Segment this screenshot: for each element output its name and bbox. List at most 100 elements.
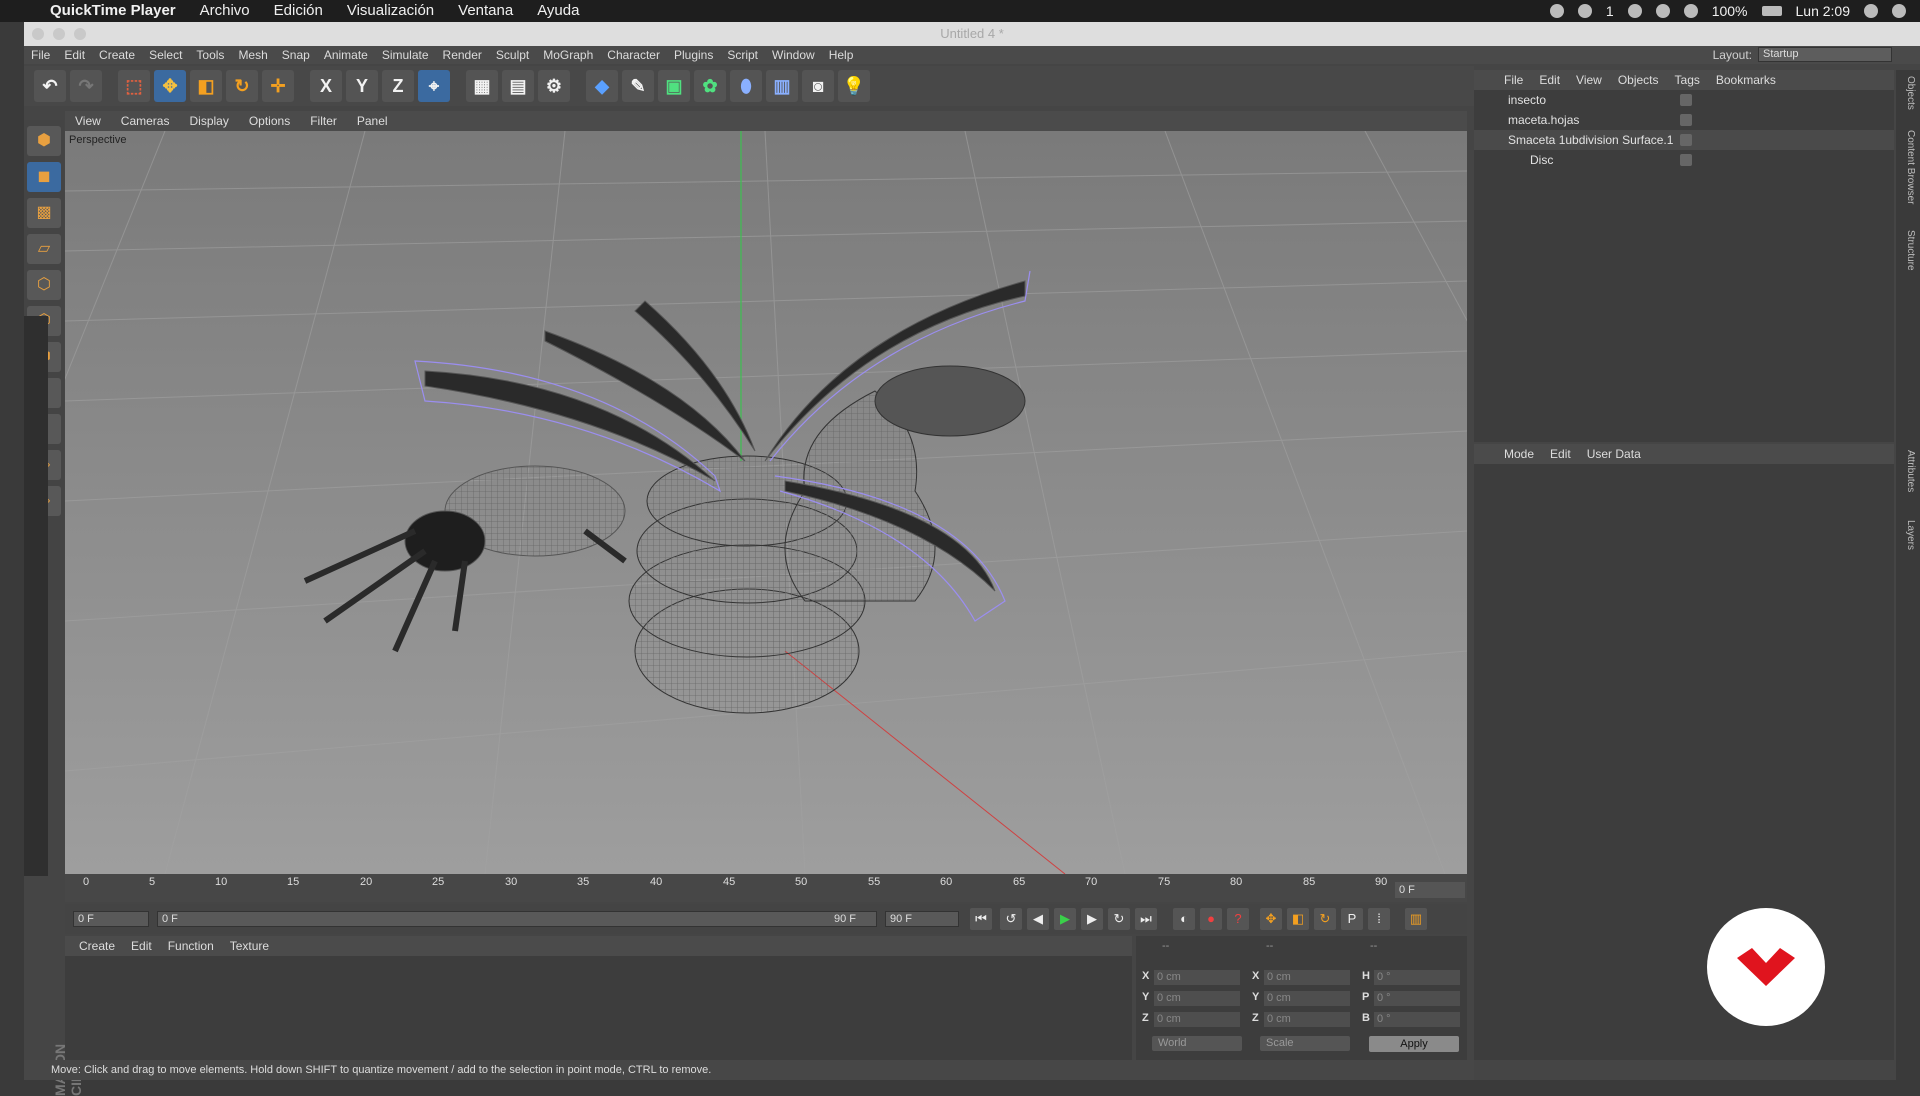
menu-window[interactable]: Window (765, 48, 822, 62)
floor-object-icon[interactable]: ▥ (766, 70, 798, 102)
zoom-window-button[interactable] (74, 28, 86, 40)
objects-menu-objects[interactable]: Objects (1610, 73, 1667, 87)
points-mode-icon[interactable]: ⬡ (27, 270, 61, 300)
sync-icon[interactable] (1577, 4, 1592, 18)
menu-archivo[interactable]: Archivo (188, 0, 262, 22)
visibility-toggle[interactable] (1680, 94, 1692, 106)
tab-objects[interactable]: Objects (1900, 76, 1916, 110)
go-to-end-icon[interactable]: ⏭ (1135, 908, 1157, 930)
subdivision-surface-icon[interactable]: ▣ (658, 70, 690, 102)
attributes-menu-mode[interactable]: Mode (1496, 447, 1542, 461)
key-pla-icon[interactable]: ⁞ (1368, 908, 1390, 930)
pen-spline-icon[interactable]: ✎ (622, 70, 654, 102)
position-x-field[interactable]: 0 cm (1154, 970, 1240, 985)
texture-mode-icon[interactable]: ▩ (27, 198, 61, 228)
battery-icon[interactable] (1761, 6, 1782, 16)
key-rotation-icon[interactable]: ↻ (1314, 908, 1336, 930)
workplane-mode-icon[interactable]: ▱ (27, 234, 61, 264)
motion-record-icon[interactable]: ◐ (1173, 908, 1195, 930)
cube-primitive-icon[interactable]: ◆ (586, 70, 618, 102)
visibility-toggle[interactable] (1680, 114, 1692, 126)
go-to-start-icon[interactable]: ⏮ (970, 908, 992, 930)
play-icon[interactable]: ▶ (1054, 908, 1076, 930)
menu-simulate[interactable]: Simulate (375, 48, 436, 62)
rotation-p-field[interactable]: 0 ° (1374, 991, 1460, 1006)
rotation-h-field[interactable]: 0 ° (1374, 970, 1460, 985)
tab-layers[interactable]: Layers (1900, 520, 1916, 550)
viewport-menu-panel[interactable]: Panel (347, 114, 398, 128)
coordinate-system-icon[interactable]: ⌖ (418, 70, 450, 102)
next-key-icon[interactable]: ↻ (1108, 908, 1130, 930)
live-selection-icon[interactable]: ⬚ (118, 70, 150, 102)
previous-frame-icon[interactable]: ◀ (1027, 908, 1049, 930)
menu-snap[interactable]: Snap (275, 48, 317, 62)
autokey-icon[interactable]: ? (1227, 908, 1249, 930)
move-tool-icon[interactable]: ✥ (154, 70, 186, 102)
current-frame-field[interactable]: 0 F (1395, 882, 1465, 898)
menu-animate[interactable]: Animate (317, 48, 375, 62)
object-row-maceta-hojas[interactable]: maceta.hojas (1474, 110, 1894, 130)
tab-structure[interactable]: Structure (1900, 230, 1916, 271)
key-position-icon[interactable]: ✥ (1260, 908, 1282, 930)
record-keys-icon[interactable]: ● (1200, 908, 1222, 930)
recent-tool-icon[interactable]: ✛ (262, 70, 294, 102)
scale-tool-icon[interactable]: ◧ (190, 70, 222, 102)
menu-mesh[interactable]: Mesh (231, 48, 274, 62)
apple-menu[interactable] (0, 0, 38, 22)
timeline[interactable]: 0 5 10 15 20 25 30 35 40 45 50 55 60 65 … (65, 874, 1467, 902)
menu-create[interactable]: Create (92, 48, 142, 62)
coordinate-space-dropdown[interactable]: World (1152, 1036, 1242, 1051)
end-frame-field[interactable]: 90 F (885, 911, 959, 927)
close-window-button[interactable] (32, 28, 44, 40)
material-menu-create[interactable]: Create (71, 939, 123, 953)
menu-file[interactable]: File (24, 48, 57, 62)
viewport-menu-display[interactable]: Display (179, 114, 238, 128)
notification-center-icon[interactable] (1892, 4, 1906, 18)
menu-mograph[interactable]: MoGraph (536, 48, 600, 62)
z-axis-lock-button[interactable]: Z (382, 70, 414, 102)
previous-key-icon[interactable]: ↺ (1000, 908, 1022, 930)
size-mode-dropdown[interactable]: Scale (1260, 1036, 1350, 1051)
viewport-menu-options[interactable]: Options (239, 114, 300, 128)
rotation-b-field[interactable]: 0 ° (1374, 1012, 1460, 1027)
apply-button[interactable]: Apply (1369, 1036, 1459, 1052)
display-icon[interactable] (1627, 4, 1642, 18)
perspective-viewport[interactable]: Perspective (65, 131, 1467, 874)
menu-character[interactable]: Character (600, 48, 667, 62)
start-frame-field[interactable]: 0 F (73, 911, 149, 927)
menu-select[interactable]: Select (142, 48, 189, 62)
volume-icon[interactable] (1655, 4, 1670, 18)
menu-visualizacion[interactable]: Visualización (335, 0, 446, 22)
menu-ayuda[interactable]: Ayuda (525, 0, 591, 22)
position-y-field[interactable]: 0 cm (1154, 991, 1240, 1006)
attributes-menu-user-data[interactable]: User Data (1579, 447, 1649, 461)
objects-menu-tags[interactable]: Tags (1667, 73, 1708, 87)
menu-edicion[interactable]: Edición (262, 0, 335, 22)
deformer-icon[interactable]: ⬮ (730, 70, 762, 102)
material-menu-function[interactable]: Function (160, 939, 222, 953)
key-scale-icon[interactable]: ◧ (1287, 908, 1309, 930)
y-axis-lock-button[interactable]: Y (346, 70, 378, 102)
record-icon[interactable] (1549, 4, 1564, 18)
viewport-menu-cameras[interactable]: Cameras (111, 114, 180, 128)
menu-plugins[interactable]: Plugins (667, 48, 720, 62)
rotate-tool-icon[interactable]: ↻ (226, 70, 258, 102)
light-icon[interactable]: 💡 (838, 70, 870, 102)
menu-ventana[interactable]: Ventana (446, 0, 525, 22)
object-row-disc[interactable]: Disc (1474, 150, 1894, 170)
visibility-toggle[interactable] (1680, 134, 1692, 146)
make-editable-icon[interactable]: ⬢ (27, 126, 61, 156)
size-z-field[interactable]: 0 cm (1264, 1012, 1350, 1027)
next-frame-icon[interactable]: ▶ (1081, 908, 1103, 930)
timeline-window-icon[interactable]: ▥ (1405, 908, 1427, 930)
layout-dropdown[interactable]: Startup (1758, 47, 1892, 62)
x-axis-lock-button[interactable]: X (310, 70, 342, 102)
menu-render[interactable]: Render (436, 48, 489, 62)
clock[interactable]: Lun 2:09 (1796, 3, 1851, 19)
tab-content-browser[interactable]: Content Browser (1900, 130, 1916, 204)
visibility-toggle[interactable] (1680, 154, 1692, 166)
render-picture-viewer-icon[interactable]: ▤ (502, 70, 534, 102)
viewport-menu-view[interactable]: View (65, 114, 111, 128)
material-menu-edit[interactable]: Edit (123, 939, 160, 953)
size-x-field[interactable]: 0 cm (1264, 970, 1350, 985)
